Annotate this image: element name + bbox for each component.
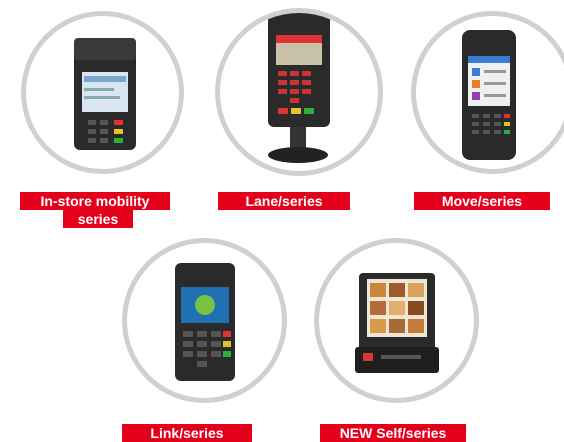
lane-terminal-icon bbox=[268, 13, 330, 163]
instore-label[interactable]: In-store mobility bbox=[20, 192, 170, 210]
instore-label-2[interactable]: series bbox=[63, 210, 133, 228]
move-terminal-icon bbox=[462, 30, 516, 160]
self-label-text: NEW Self/series bbox=[339, 425, 447, 441]
link-label-text: Link/series bbox=[150, 425, 224, 441]
self-label[interactable]: NEW Self/series bbox=[320, 424, 466, 442]
move-label-text: Move/series bbox=[441, 193, 523, 209]
move-image-circle[interactable] bbox=[411, 11, 564, 174]
lane-label-text: Lane/series bbox=[245, 193, 323, 209]
lane-image-circle[interactable] bbox=[215, 8, 383, 176]
instore-label-line1: In-store mobility bbox=[40, 193, 150, 209]
instore-terminal-icon bbox=[74, 38, 136, 150]
self-terminal-icon bbox=[355, 273, 439, 373]
link-image-circle[interactable] bbox=[122, 238, 287, 403]
link-terminal-icon bbox=[175, 263, 235, 381]
self-image-circle[interactable] bbox=[314, 238, 479, 403]
move-label[interactable]: Move/series bbox=[414, 192, 550, 210]
instore-image-circle[interactable] bbox=[21, 11, 184, 174]
link-label[interactable]: Link/series bbox=[122, 424, 252, 442]
instore-label-line2: series bbox=[77, 211, 119, 227]
lane-label[interactable]: Lane/series bbox=[218, 192, 350, 210]
product-grid: In-store mobility series Lane/series Mov… bbox=[0, 0, 564, 442]
